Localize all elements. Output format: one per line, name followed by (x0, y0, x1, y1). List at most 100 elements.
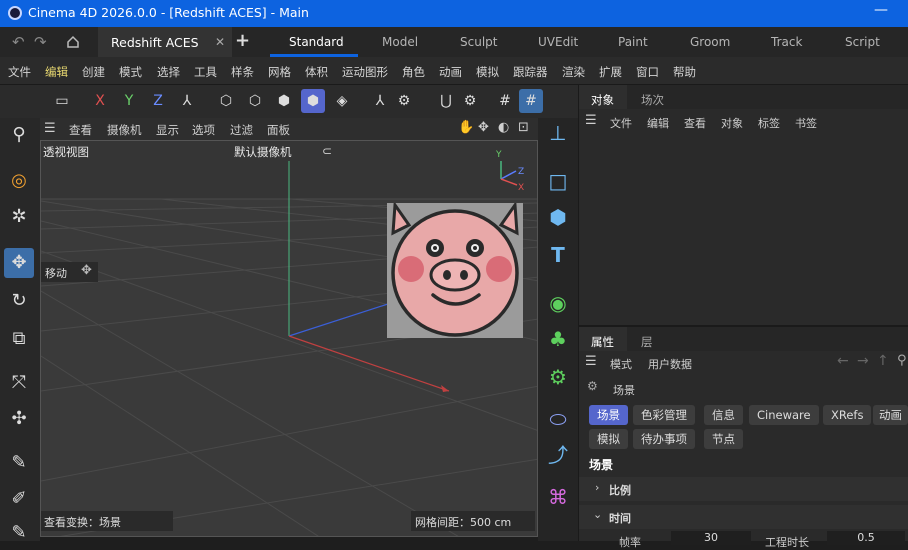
cloner-icon[interactable]: ♣ (543, 324, 573, 354)
menu-simulate[interactable]: 模拟 (476, 64, 499, 80)
viewport-menu-camera[interactable]: 摄像机 (107, 122, 142, 138)
menu-spline[interactable]: 样条 (231, 64, 254, 80)
attributes-search-icon[interactable]: ⚲ (897, 353, 907, 368)
up-arrow-icon[interactable]: ↑ (877, 353, 889, 369)
edges-mode-icon[interactable]: ⬡ (243, 89, 267, 113)
fps-field[interactable]: 30 (671, 531, 751, 545)
field-icon[interactable]: ⤴ (543, 440, 573, 470)
tab-track[interactable]: Track (771, 35, 802, 49)
menu-render[interactable]: 渲染 (562, 64, 585, 80)
forward-arrow-icon[interactable]: → (857, 353, 869, 369)
viewport-menu-options[interactable]: 选项 (192, 122, 215, 138)
perspective-viewport[interactable]: 透视视图 默认摄像机 ⊂ 移动 ✥ Y Z X 查看变换：场景 网格间距：500… (40, 140, 538, 537)
minimize-button[interactable]: — (874, 2, 888, 18)
transform-tool-icon[interactable]: ⤧ (4, 368, 34, 398)
viewport-menu-display[interactable]: 显示 (156, 122, 179, 138)
snap-magnet-icon[interactable]: ⋃ (434, 89, 458, 113)
menu-create[interactable]: 创建 (82, 64, 105, 80)
pill-nodes[interactable]: 节点 (704, 429, 743, 449)
menu-edit[interactable]: 编辑 (45, 64, 68, 80)
deformer-icon[interactable]: ⬭ (543, 404, 573, 434)
document-tab[interactable]: Redshift ACES ✕ (98, 27, 232, 57)
live-selection-icon[interactable]: ◎ (4, 166, 34, 196)
objects-menu-edit[interactable]: 编辑 (647, 115, 669, 131)
grid-icon[interactable]: # (493, 89, 517, 113)
null-object-icon[interactable]: ⊥ (543, 118, 573, 148)
tab-layers[interactable]: 层 (641, 334, 653, 350)
objects-menu-view[interactable]: 查看 (684, 115, 706, 131)
objects-menu-object[interactable]: 对象 (721, 115, 743, 131)
pill-cineware[interactable]: Cineware (749, 405, 819, 425)
spline-pen-icon[interactable]: ✎ (4, 448, 34, 478)
pill-xrefs[interactable]: XRefs (823, 405, 872, 425)
scene-node-icon[interactable]: ⌘ (543, 482, 573, 512)
objects-menu-bookmarks[interactable]: 书签 (795, 115, 817, 131)
subdivision-surface-icon[interactable]: ◉ (543, 288, 573, 318)
pill-color-management[interactable]: 色彩管理 (633, 405, 695, 425)
pan-hand-icon[interactable]: ✋ (458, 120, 474, 135)
pill-info[interactable]: 信息 (704, 405, 743, 425)
menu-file[interactable]: 文件 (8, 64, 31, 80)
add-tab-icon[interactable]: + (235, 30, 250, 51)
tweak-tool-icon[interactable]: ✲ (4, 202, 34, 232)
settings-gear-icon[interactable]: ⚙ (392, 89, 416, 113)
menu-tracker[interactable]: 跟踪器 (513, 64, 548, 80)
y-axis-lock-button[interactable]: Y (117, 89, 141, 113)
camera-switch-icon[interactable]: ⊂ (322, 144, 332, 158)
tab-objects[interactable]: 对象 (579, 85, 627, 109)
uv-mode-icon[interactable]: ◈ (330, 89, 354, 113)
redo-icon[interactable]: ↷ (34, 33, 47, 51)
group-time[interactable]: ⌄ 时间 (579, 505, 908, 529)
menu-character[interactable]: 角色 (402, 64, 425, 80)
menu-extensions[interactable]: 扩展 (599, 64, 622, 80)
menu-mograph[interactable]: 运动图形 (342, 64, 388, 80)
polygons-mode-icon[interactable]: ⬢ (272, 89, 296, 113)
back-arrow-icon[interactable]: ← (837, 353, 849, 369)
coordinate-system-icon[interactable]: ⅄ (175, 89, 199, 113)
close-tab-icon[interactable]: ✕ (215, 35, 225, 49)
tab-sculpt[interactable]: Sculpt (460, 35, 497, 49)
menu-help[interactable]: 帮助 (673, 64, 696, 80)
menu-animate[interactable]: 动画 (439, 64, 462, 80)
spline-sketch-icon[interactable]: ✐ (4, 484, 34, 514)
pill-simulation[interactable]: 模拟 (589, 429, 628, 449)
search-icon[interactable]: ⚲ (4, 120, 34, 150)
tab-script[interactable]: Script (845, 35, 880, 49)
duration-field[interactable]: 0.5 (827, 531, 905, 545)
spline-rectangle-icon[interactable]: □ (543, 166, 573, 196)
menu-tools[interactable]: 工具 (194, 64, 217, 80)
tab-takes[interactable]: 场次 (641, 92, 664, 108)
x-axis-lock-button[interactable]: X (88, 89, 112, 113)
rotate-tool-icon[interactable]: ↻ (4, 286, 34, 316)
viewport-hamburger-icon[interactable]: ☰ (44, 121, 56, 136)
workplane-grid-icon[interactable]: # (519, 89, 543, 113)
tab-paint[interactable]: Paint (618, 35, 648, 49)
tab-uvedit[interactable]: UVEdit (538, 35, 578, 49)
tab-attributes[interactable]: 属性 (579, 327, 627, 351)
objects-menu-tags[interactable]: 标签 (758, 115, 780, 131)
pill-scene[interactable]: 场景 (589, 405, 628, 425)
objects-hamburger-icon[interactable]: ☰ (585, 113, 597, 128)
multi-transform-icon[interactable]: ✣ (4, 404, 34, 434)
group-scale[interactable]: › 比例 (579, 477, 908, 501)
spline-smooth-icon[interactable]: ✎ (4, 518, 34, 548)
menu-select[interactable]: 选择 (157, 64, 180, 80)
snap-settings-gear-icon[interactable]: ⚙ (458, 89, 482, 113)
viewport-menu-view[interactable]: 查看 (69, 122, 92, 138)
tab-groom[interactable]: Groom (690, 35, 730, 49)
undo-icon[interactable]: ↶ (12, 33, 25, 51)
zoom-move-icon[interactable]: ✥ (478, 120, 489, 135)
cube-primitive-icon[interactable]: ⬢ (543, 202, 573, 232)
menu-mode[interactable]: 模式 (119, 64, 142, 80)
maximize-view-icon[interactable]: ⊡ (518, 120, 529, 135)
attributes-hamburger-icon[interactable]: ☰ (585, 354, 597, 369)
viewport-solo-icon[interactable]: ▭ (50, 89, 74, 113)
scale-tool-icon[interactable]: ⧉ (4, 324, 34, 354)
points-mode-icon[interactable]: ⬡ (214, 89, 238, 113)
menu-mesh[interactable]: 网格 (268, 64, 291, 80)
pill-todo[interactable]: 待办事项 (633, 429, 695, 449)
menu-volume[interactable]: 体积 (305, 64, 328, 80)
menu-window[interactable]: 窗口 (636, 64, 659, 80)
orbit-icon[interactable]: ◐ (498, 120, 509, 135)
effector-gear-icon[interactable]: ⚙ (543, 362, 573, 392)
